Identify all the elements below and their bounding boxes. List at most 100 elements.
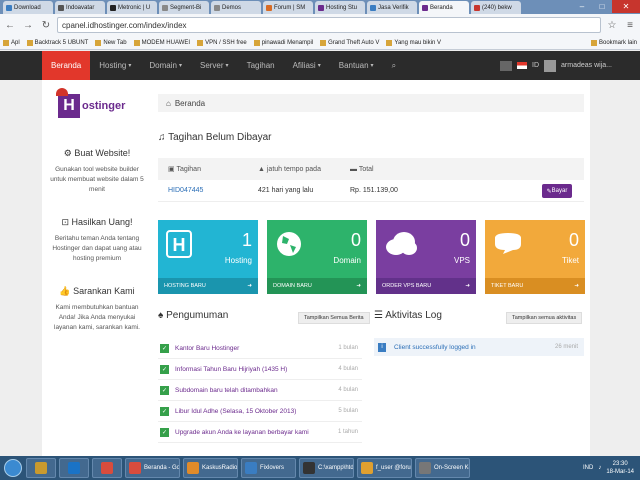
other-bookmarks[interactable]: Bookmark lain: [590, 39, 637, 46]
tray-language[interactable]: IND: [583, 465, 593, 471]
minimize-icon[interactable]: –: [572, 0, 592, 13]
bookmark-item[interactable]: New Tab: [95, 39, 127, 46]
maximize-icon[interactable]: □: [592, 0, 612, 13]
home-icon[interactable]: ⌂: [166, 99, 171, 108]
ticket-icon: [493, 230, 523, 258]
announcements-title: Pengumuman: [166, 310, 229, 321]
volume-icon[interactable]: ♪: [598, 465, 601, 471]
browser-tab[interactable]: Metronic | U: [107, 1, 157, 14]
nav-item-domain[interactable]: Domain ▾: [140, 51, 191, 80]
log-text: Client successfully logged in: [394, 343, 476, 351]
nav-item-afiliasi[interactable]: Afiliasi ▾: [284, 51, 330, 80]
taskbar-item[interactable]: C:\xampp\htd: [299, 458, 354, 478]
invoice-id[interactable]: HID047445: [158, 187, 258, 194]
cloud-icon: [384, 230, 418, 258]
language-label[interactable]: ID: [532, 62, 539, 69]
thumbs-up-icon: 👍: [59, 286, 74, 296]
start-button[interactable]: [0, 456, 26, 480]
tile-footer[interactable]: HOSTING BARU ➜: [158, 278, 258, 294]
nav-item-hosting[interactable]: Hosting ▾: [90, 51, 140, 80]
tab-favicon-icon: [214, 4, 220, 11]
bookmark-item[interactable]: Yang mau bikin V: [386, 39, 441, 46]
taskbar-item[interactable]: [92, 458, 122, 478]
messages-icon[interactable]: [500, 60, 513, 71]
forward-icon[interactable]: →: [21, 20, 35, 31]
browser-tab[interactable]: Hosting Stu: [315, 1, 365, 14]
avatar[interactable]: [544, 59, 557, 72]
bookmark-label: pinawadi Menampil: [261, 39, 314, 46]
nav-item-bantuan[interactable]: Bantuan ▾: [330, 51, 383, 80]
hostinger-logo[interactable]: H ostinger: [56, 88, 152, 118]
bookmark-folder-icon: [253, 39, 260, 46]
tile-footer[interactable]: ORDER VPS BARU ➜: [376, 278, 476, 294]
back-icon[interactable]: ←: [3, 20, 17, 31]
browser-tab[interactable]: Forum | SM: [263, 1, 313, 14]
browser-tab[interactable]: Download: [3, 1, 53, 14]
taskbar-item[interactable]: Fixlovers: [241, 458, 296, 478]
bookmark-item[interactable]: VPN / SSH free: [197, 39, 247, 46]
chevron-down-icon: ▾: [370, 63, 374, 69]
bookmark-item[interactable]: Apl: [3, 39, 20, 46]
taskbar-item[interactable]: [26, 458, 56, 478]
browser-tab[interactable]: Beranda: [419, 1, 469, 14]
list-icon: ☰: [374, 310, 386, 321]
app-icon: [68, 462, 80, 474]
taskbar-item[interactable]: KaskusRadio -: [183, 458, 238, 478]
reload-icon[interactable]: ↻: [39, 20, 53, 31]
tab-title: Jasa Verifik: [378, 4, 409, 11]
browser-tab[interactable]: (240) bekw: [471, 1, 521, 14]
tile-footer[interactable]: TIKET BARU ➜: [485, 278, 585, 294]
clock[interactable]: 23:30 18-Mar-14: [606, 460, 634, 476]
url-field[interactable]: cpanel.idhostinger.com/index/index: [57, 17, 601, 33]
service-tile-domain[interactable]: 0 Domain DOMAIN BARU ➜: [267, 220, 367, 294]
bookmark-item[interactable]: pinawadi Menampil: [253, 39, 314, 46]
list-item[interactable]: ✓ Upgrade akun Anda ke layanan berbayar k…: [158, 422, 362, 443]
list-item[interactable]: ✓ Informasi Tahun Baru Hijriyah (1435 H) 4…: [158, 359, 362, 380]
browser-tab[interactable]: Segment-Bi: [159, 1, 209, 14]
star-icon[interactable]: ☆: [605, 20, 619, 31]
globe-icon: [275, 230, 303, 260]
service-tile-tiket[interactable]: 0 Tiket TIKET BARU ➜: [485, 220, 585, 294]
breadcrumb: ⌂ Beranda: [158, 94, 584, 112]
taskbar-item-label: Fixlovers: [260, 465, 285, 471]
list-item[interactable]: i Client successfully logged in 26 menit: [374, 338, 584, 356]
list-item[interactable]: ✓ Libur Idul Adhe (Selasa, 15 Oktober 201…: [158, 401, 362, 422]
breadcrumb-home[interactable]: Beranda: [175, 99, 205, 108]
pay-button[interactable]: ✎ Bayar: [542, 184, 572, 198]
nav-item-tagihan[interactable]: Tagihan: [238, 51, 284, 80]
browser-tab[interactable]: Indoavatar: [55, 1, 105, 14]
service-tile-hosting[interactable]: H 1 Hosting HOSTING BARU ➜: [158, 220, 258, 294]
invoice-due: 421 hari yang lalu: [258, 187, 314, 194]
taskbar-item[interactable]: On-Screen Key: [415, 458, 470, 478]
bookmark-item[interactable]: MODEM HUAWEI: [133, 39, 190, 46]
nav-item-server[interactable]: Server ▾: [191, 51, 238, 80]
bookmark-folder-icon: [95, 39, 102, 46]
close-icon[interactable]: ✕: [612, 0, 640, 13]
nav-item-beranda[interactable]: Beranda: [42, 51, 91, 80]
taskbar-item[interactable]: Beranda - Goo: [125, 458, 180, 478]
sidebar-block-title: ⚙ Buat Website!: [42, 148, 152, 159]
nav-search-icon[interactable]: ⌕: [383, 51, 405, 80]
show-all-activity-button[interactable]: Tampilkan semua aktivitas: [506, 312, 583, 324]
unpaid-bills-title: Tagihan Belum Dibayar: [168, 132, 272, 143]
bookmark-item[interactable]: Backtrack 5 UBUNT: [26, 39, 88, 46]
tile-footer[interactable]: DOMAIN BARU ➜: [267, 278, 367, 294]
user-name[interactable]: armadeas wija...: [561, 62, 612, 69]
announcement-text: Upgrade akun Anda ke layanan berbayar ka…: [175, 428, 309, 436]
bullhorn-icon: ♠: [158, 310, 167, 321]
list-item[interactable]: ✓ Kantor Baru Hostinger 1 bulan: [158, 338, 362, 359]
announcement-text: Informasi Tahun Baru Hijriyah (1435 H): [175, 365, 288, 373]
sidebar-block-text: Gunakan tool website builder untuk membu…: [50, 166, 144, 193]
bills-table-header: ▣ Tagihan ▲ jatuh tempo pada ▬ Total: [158, 158, 584, 180]
app-icon: [303, 462, 315, 474]
service-tile-vps[interactable]: 0 VPS ORDER VPS BARU ➜: [376, 220, 476, 294]
list-item[interactable]: ✓ Subdomain baru telah ditambahkan 4 bulan: [158, 380, 362, 401]
taskbar-item[interactable]: f_user @forum: [357, 458, 412, 478]
taskbar-item[interactable]: [59, 458, 89, 478]
browser-tab[interactable]: Jasa Verifik: [367, 1, 417, 14]
show-all-news-button[interactable]: Tampilkan Semua Berita: [298, 312, 370, 324]
menu-icon[interactable]: ≡: [623, 20, 637, 31]
bookmark-item[interactable]: Grand Theft Auto V: [320, 39, 379, 46]
bookmarks-bar: Apl Backtrack 5 UBUNT New Tab MODEM HUAWEI V…: [0, 36, 640, 50]
browser-tab[interactable]: Demos: [211, 1, 261, 14]
